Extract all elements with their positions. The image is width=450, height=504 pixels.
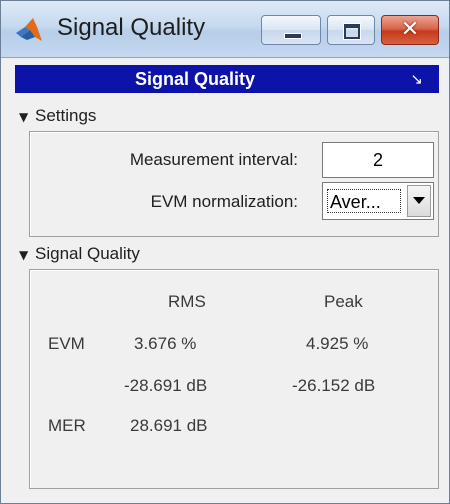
evm-peak-percent: 4.925 % [306,334,369,353]
maximize-icon [344,24,360,39]
signal-quality-section-header[interactable]: ▼ Signal Quality [15,239,439,269]
title-bar[interactable]: Signal Quality ✕ [1,1,449,58]
signal-quality-section-label: Signal Quality [35,244,140,263]
row-label-mer: MER [48,416,86,435]
settings-group: Measurement interval: 2 EVM normalizatio… [29,131,439,237]
settings-section-label: Settings [35,106,97,125]
panel-content: ▼ Settings Measurement interval: 2 EVM no… [15,93,439,493]
measurement-interval-input[interactable]: 2 [322,142,434,178]
column-header-peak: Peak [324,292,363,311]
settings-section-header[interactable]: ▼ Settings [15,101,439,131]
measurement-interval-label: Measurement interval: [129,150,298,169]
expand-arrow-icon[interactable]: ▼ [19,240,35,270]
panel-header: Signal Quality ↘ [15,65,439,93]
signal-quality-group: RMS Peak EVM 3.676 % 4.925 % -28.691 dB … [29,269,439,489]
column-header-rms: RMS [168,292,206,311]
evm-rms-db: -28.691 dB [124,376,208,395]
matlab-icon [16,18,42,41]
expand-arrow-icon[interactable]: ▼ [19,102,35,132]
row-label-evm: EVM [48,334,85,353]
undock-icon[interactable]: ↘ [410,69,423,89]
evm-normalization-select[interactable]: Aver... [322,182,434,220]
chevron-down-icon [413,197,425,204]
window-title: Signal Quality [57,14,206,41]
minimize-button[interactable] [261,15,321,45]
close-icon: ✕ [400,17,420,42]
evm-rms-percent: 3.676 % [134,334,197,353]
mer-rms-db: 28.691 dB [130,416,208,435]
dropdown-button[interactable] [407,185,431,217]
panel-title: Signal Quality [134,69,256,89]
minimize-icon [284,33,302,39]
signal-quality-window: Signal Quality ✕ Signal Quality ↘ ▼ Setti… [0,0,450,504]
evm-normalization-value: Aver... [327,189,401,213]
close-button[interactable]: ✕ [381,15,439,45]
evm-normalization-label: EVM normalization: [150,192,298,211]
evm-peak-db: -26.152 dB [292,376,376,395]
maximize-button[interactable] [327,15,375,45]
